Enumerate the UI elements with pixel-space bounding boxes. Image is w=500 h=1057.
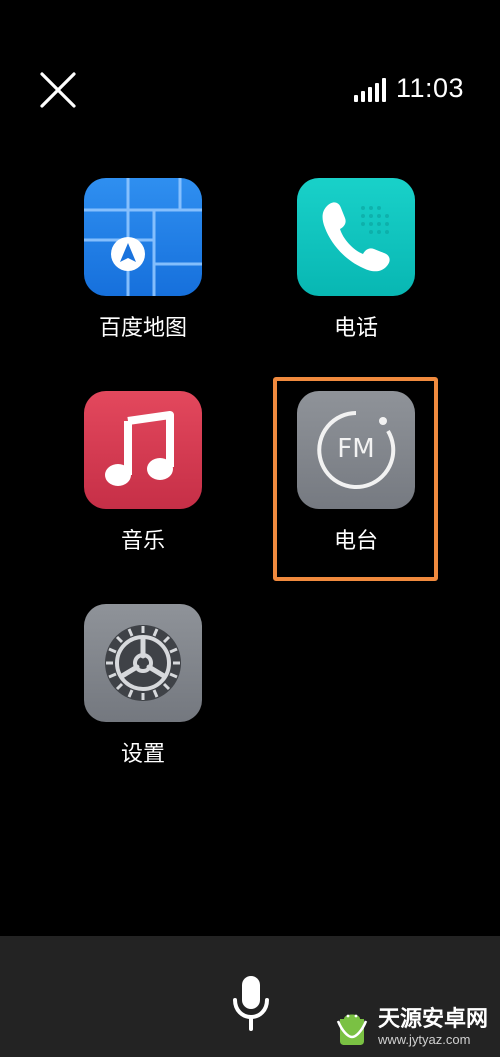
app-label-phone: 电话 bbox=[333, 316, 378, 341]
android-logo-icon bbox=[336, 1014, 368, 1045]
close-icon bbox=[40, 72, 76, 108]
music-icon bbox=[84, 391, 202, 509]
app-phone[interactable]: 电话 bbox=[286, 178, 426, 342]
signal-icon bbox=[353, 78, 386, 102]
app-radio[interactable]: FM 电台 bbox=[286, 391, 426, 555]
app-music[interactable]: 音乐 bbox=[73, 391, 213, 555]
app-label-music: 音乐 bbox=[120, 529, 165, 554]
fm-radio-icon: FM bbox=[297, 391, 415, 509]
app-label-settings: 设置 bbox=[120, 742, 165, 767]
status-bar: 11:03 bbox=[353, 73, 464, 103]
settings-gear-icon bbox=[84, 604, 202, 722]
app-baidu-map[interactable]: 百度地图 bbox=[73, 178, 213, 342]
phone-icon bbox=[297, 178, 415, 296]
status-time: 11:03 bbox=[395, 73, 464, 103]
microphone-icon bbox=[233, 976, 269, 1031]
close-button[interactable] bbox=[38, 70, 78, 110]
app-label-baidu-map: 百度地图 bbox=[98, 316, 187, 341]
watermark-url: www.jytyaz.com bbox=[377, 1031, 471, 1047]
app-label-radio: 电台 bbox=[333, 529, 378, 554]
fm-label: FM bbox=[337, 434, 375, 464]
baidu-map-icon bbox=[84, 178, 202, 296]
app-settings[interactable]: 设置 bbox=[73, 604, 213, 768]
microphone-button[interactable] bbox=[231, 974, 271, 1032]
watermark: 天源安卓网 www.jytyaz.com bbox=[332, 1007, 488, 1047]
watermark-title: 天源安卓网 bbox=[377, 1006, 488, 1032]
